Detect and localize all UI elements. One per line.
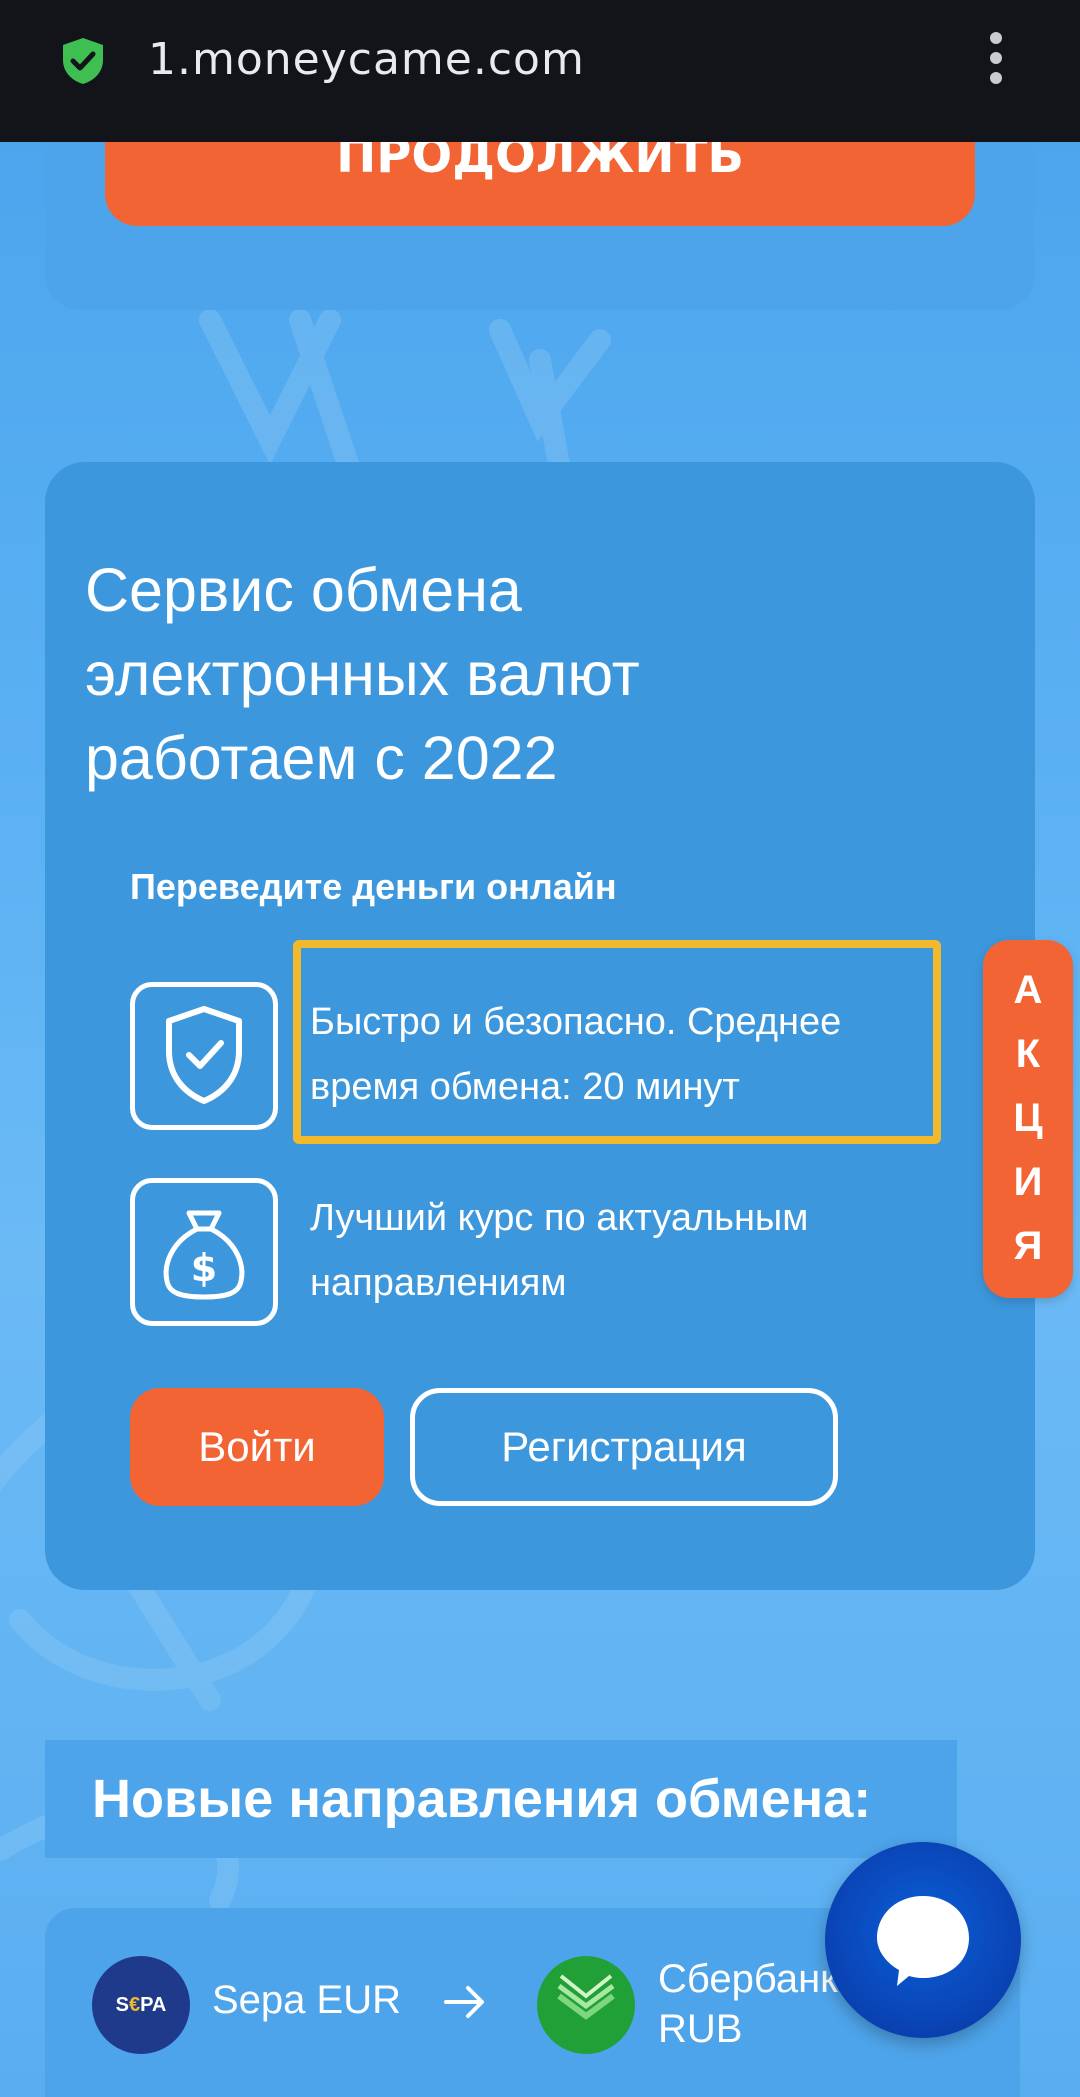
page-title: Сервис обмена электронных валют работаем…	[85, 548, 905, 800]
promo-letter: К	[1015, 1032, 1041, 1076]
subtitle: Переведите деньги онлайн	[130, 866, 617, 907]
promo-tab[interactable]: А К Ц И Я	[983, 940, 1073, 1298]
title-line-3: работаем с 2022	[85, 724, 558, 792]
browser-menu-icon[interactable]	[985, 32, 1007, 88]
url-text[interactable]: 1.moneycame.com	[148, 34, 585, 85]
browser-url-bar[interactable]: 1.moneycame.com	[0, 0, 1080, 142]
promo-letter: Ц	[1013, 1096, 1043, 1140]
sberbank-logo	[537, 1956, 635, 2054]
login-button[interactable]: Войти	[130, 1388, 384, 1506]
direction-from: Sepa EUR	[212, 1978, 401, 2022]
feature-line: Лучший курс по актуальным	[310, 1197, 809, 1239]
promo-letter: Я	[1013, 1224, 1043, 1268]
chat-button[interactable]	[825, 1842, 1021, 2038]
feature-line: направлениям	[310, 1262, 567, 1304]
secure-shield-icon	[60, 36, 106, 86]
direction-to: Сбербанк RUB	[658, 1954, 838, 2054]
arrow-right-icon	[444, 1986, 484, 2018]
continue-button[interactable]: ПРОДОЛЖИТЬ	[105, 142, 975, 226]
promo-letter: А	[1013, 968, 1043, 1012]
direction-to-line: Сбербанк	[658, 1957, 838, 2001]
title-line-1: Сервис обмена	[85, 556, 522, 624]
chat-bubble-icon	[877, 1896, 969, 1986]
continue-button-label: ПРОДОЛЖИТЬ	[336, 142, 744, 184]
direction-to-line: RUB	[658, 2007, 743, 2051]
svg-text:$: $	[191, 1246, 217, 1290]
shield-check-icon	[130, 982, 278, 1130]
register-button[interactable]: Регистрация	[410, 1388, 838, 1506]
directions-header: Новые направления обмена:	[92, 1769, 872, 1829]
sepa-logo: S€PA	[92, 1956, 190, 2054]
title-line-2: электронных валют	[85, 640, 640, 708]
feature-best-rate: Лучший курс по актуальным направлениям	[310, 1186, 808, 1316]
promo-letter: И	[1013, 1160, 1043, 1204]
money-bag-icon: $	[130, 1178, 278, 1326]
highlight-frame	[293, 940, 941, 1144]
